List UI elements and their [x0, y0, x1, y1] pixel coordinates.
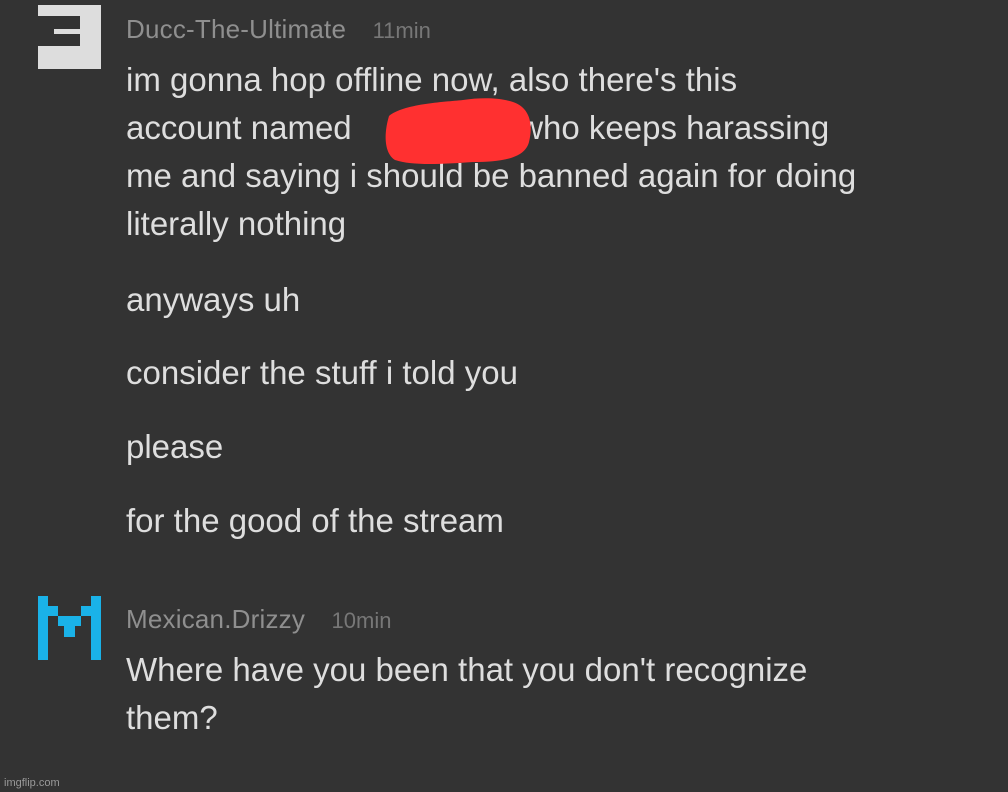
- username-link[interactable]: Mexican.Drizzy: [126, 604, 305, 634]
- comment-line: literally nothing: [126, 205, 347, 242]
- comment-header: Mexican.Drizzy 10min: [126, 604, 391, 635]
- comment-followup: consider the stuff i told you: [126, 354, 518, 391]
- comment-ducc: Ducc-The-Ultimate 11min im gonna hop off…: [0, 0, 1008, 570]
- avatar[interactable]: [38, 5, 101, 69]
- comment-followup: anyways uh: [126, 281, 301, 318]
- timestamp: 11min: [372, 18, 431, 43]
- comment-followup: please: [126, 428, 224, 465]
- redaction-scribble: [385, 98, 531, 164]
- imgflip-watermark: imgflip.com: [4, 777, 60, 789]
- timestamp: 10min: [331, 608, 392, 633]
- username-link[interactable]: Ducc-The-Ultimate: [126, 14, 346, 44]
- comment-line: them?: [126, 699, 218, 736]
- avatar[interactable]: [38, 596, 101, 660]
- comment-header: Ducc-The-Ultimate 11min: [126, 14, 431, 45]
- comment-followup: for the good of the stream: [126, 502, 504, 539]
- comment-line: Where have you been that you don't recog…: [126, 651, 808, 688]
- comment-mexican-drizzy: Mexican.Drizzy 10min Where have you been…: [0, 580, 1008, 780]
